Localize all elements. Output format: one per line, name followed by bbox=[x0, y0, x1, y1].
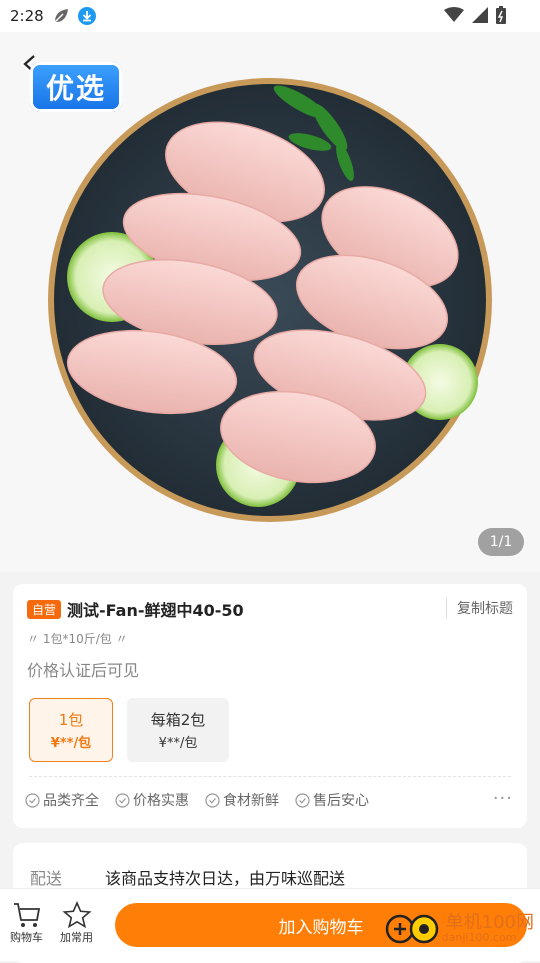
option-price: ¥**/包 bbox=[50, 736, 92, 751]
product-info-card: 自营 测试-Fan-鲜翅中40-50 复制标题 〃 1包*10斤/包 〃 价格认… bbox=[13, 584, 527, 828]
watermark: 单机100网 danji100.com bbox=[382, 911, 534, 947]
cart-button[interactable]: 购物车 bbox=[10, 901, 43, 945]
option-price: ¥**/包 bbox=[158, 736, 198, 751]
add-favorite-button[interactable]: 加常用 bbox=[60, 901, 93, 945]
self-operated-badge: 自营 bbox=[27, 599, 62, 619]
option-label: 1包 bbox=[58, 711, 84, 729]
download-icon bbox=[77, 7, 96, 25]
divider bbox=[29, 776, 511, 777]
spec-text: 1包*10斤/包 bbox=[42, 632, 112, 646]
feature-list: 品类齐全 价格实惠 食材新鲜 售后安心 bbox=[25, 790, 369, 810]
option-label: 每箱2包 bbox=[150, 711, 206, 729]
feature-item: 价格实惠 bbox=[115, 790, 189, 810]
option-1-pack[interactable]: 1包 ¥**/包 bbox=[29, 698, 113, 762]
price-note: 价格认证后可见 bbox=[27, 661, 140, 680]
cart-label: 购物车 bbox=[10, 931, 43, 944]
feature-item: 售后安心 bbox=[295, 790, 369, 810]
delivery-text: 该商品支持次日达，由万味巡配送 bbox=[105, 869, 346, 888]
check-circle-icon bbox=[115, 792, 130, 808]
feature-label: 售后安心 bbox=[313, 793, 369, 809]
battery-icon bbox=[496, 6, 506, 24]
status-bar: 2:28 bbox=[0, 0, 540, 32]
feature-item: 食材新鲜 bbox=[205, 790, 279, 810]
status-time: 2:28 bbox=[10, 7, 44, 25]
watermark-logo-icon bbox=[385, 914, 438, 944]
copy-title-button[interactable]: 复制标题 bbox=[446, 598, 513, 618]
product-title: 测试-Fan-鲜翅中40-50 bbox=[67, 601, 244, 620]
feature-label: 价格实惠 bbox=[133, 793, 189, 809]
product-photo bbox=[48, 78, 492, 522]
product-spec: 〃 1包*10斤/包 〃 bbox=[27, 632, 128, 646]
product-image-carousel[interactable]: 优选 1/1 bbox=[0, 32, 540, 572]
feature-item: 品类齐全 bbox=[25, 790, 99, 810]
more-features-button[interactable]: ··· bbox=[493, 788, 513, 809]
check-circle-icon bbox=[25, 792, 40, 808]
image-pager: 1/1 bbox=[478, 528, 524, 556]
cart-icon bbox=[13, 903, 40, 927]
watermark-text: 单机100网 bbox=[445, 911, 534, 933]
option-box-2-pack[interactable]: 每箱2包 ¥**/包 bbox=[127, 698, 229, 762]
leaf-icon bbox=[54, 9, 68, 23]
delivery-label: 配送 bbox=[30, 869, 63, 888]
wifi-icon bbox=[444, 7, 464, 22]
check-circle-icon bbox=[295, 792, 310, 808]
feature-label: 品类齐全 bbox=[43, 793, 99, 809]
fav-label: 加常用 bbox=[60, 931, 93, 944]
star-icon bbox=[62, 901, 91, 929]
watermark-sub: danji100.com bbox=[441, 930, 517, 944]
feature-label: 食材新鲜 bbox=[223, 793, 279, 809]
selected-badge: 优选 bbox=[30, 62, 122, 112]
title-row: 自营 测试-Fan-鲜翅中40-50 bbox=[27, 598, 513, 620]
bottom-action-bar: 购物车 加常用 加入购物车 单机100网 danji100.com bbox=[0, 888, 540, 961]
signal-icon bbox=[472, 7, 488, 23]
check-circle-icon bbox=[205, 792, 220, 808]
